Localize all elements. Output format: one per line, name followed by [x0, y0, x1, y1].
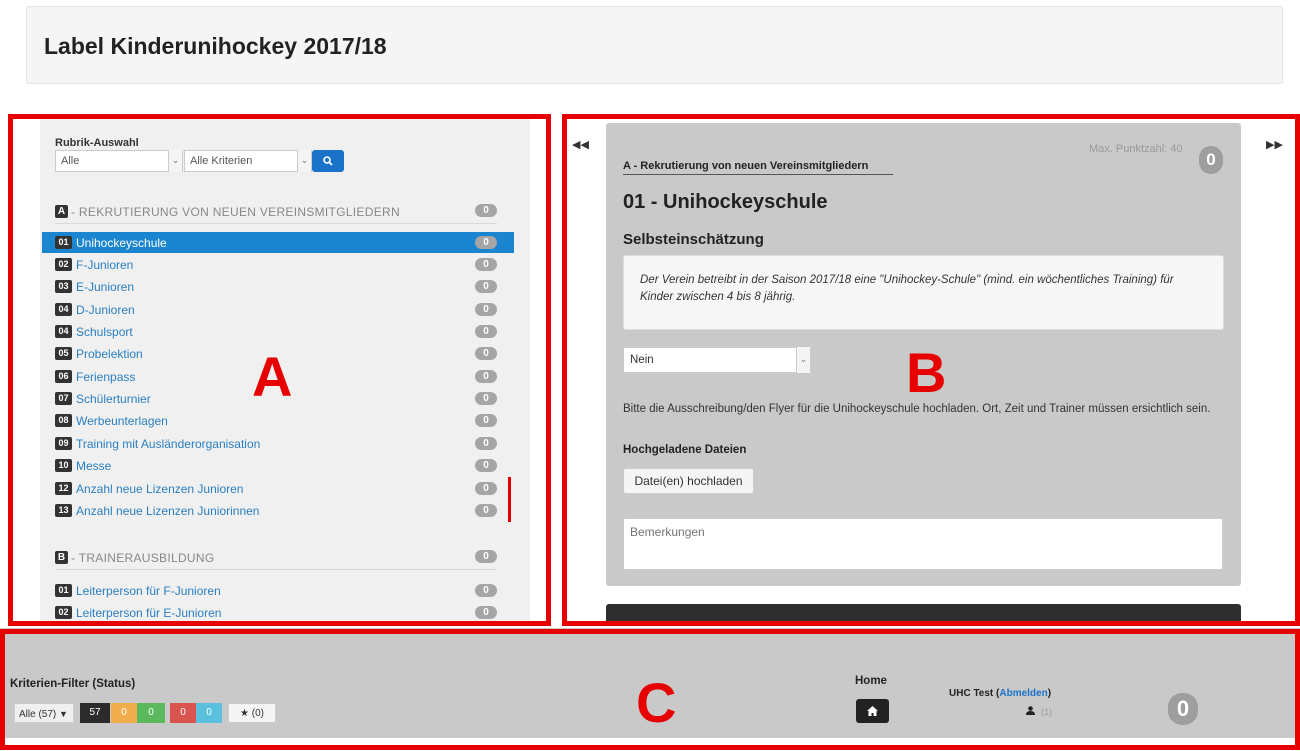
annotation-label-c: C [636, 671, 677, 734]
annotation-label-b: B [906, 341, 947, 404]
page-title: Label Kinderunihockey 2017/18 [44, 33, 387, 59]
annotation-label-a: A [252, 345, 293, 408]
page-header: Label Kinderunihockey 2017/18 [26, 6, 1283, 84]
